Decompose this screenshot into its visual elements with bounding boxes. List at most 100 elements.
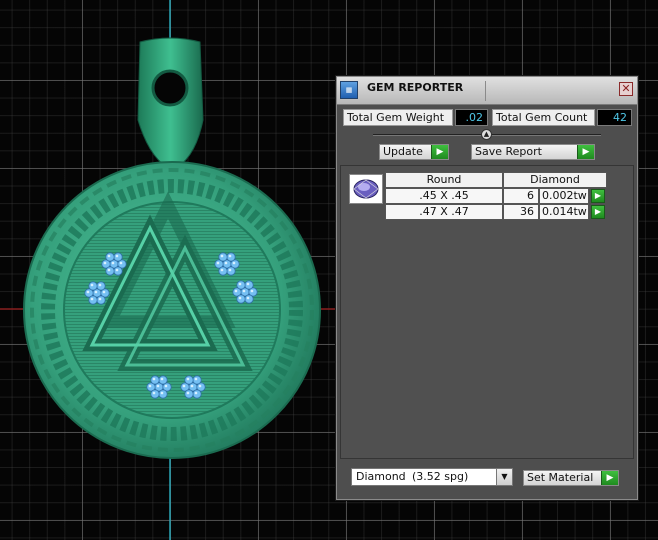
gem-highlight [119,261,123,265]
gem-highlight [250,289,254,293]
title-divider [485,81,486,101]
green-play-arrow-icon: ▶ [601,471,618,485]
gem-weight-cell: 0.014tw [539,204,589,220]
set-material-button[interactable]: Set Material ▶ [523,470,619,486]
select-row-play-icon[interactable]: ▶ [591,189,605,203]
green-play-arrow-icon: ▶ [577,145,594,159]
window-title: GEM REPORTER [367,81,464,94]
gem-highlight [90,283,94,287]
save-report-button[interactable]: Save Report ▶ [471,144,595,160]
gem-stone [88,281,98,291]
gem-stone [158,389,168,399]
pendant-disc [23,161,321,459]
gem-size-cell: .45 X .45 [385,188,503,204]
material-column-header: Diamond [503,172,607,188]
gem-stone [96,295,106,305]
gem-stone [184,375,194,385]
gem-stone [192,375,202,385]
gem-stone [226,266,236,276]
gem-stone [184,389,194,399]
gem-highlight [246,282,250,286]
gem-highlight [228,254,232,258]
total-gem-weight-label: Total Gem Weight [343,109,453,126]
gem-stone [150,375,160,385]
select-row-play-icon[interactable]: ▶ [591,205,605,219]
chevron-down-icon[interactable]: ▼ [496,469,512,485]
gem-stone [96,281,106,291]
gem-highlight [152,377,156,381]
gem-highlight [216,261,220,265]
gem-highlight [198,384,202,388]
gem-stone [150,389,160,399]
gem-size-cell: .47 X .47 [385,204,503,220]
gem-count-cell: 6 [503,188,539,204]
gem-highlight [194,391,198,395]
save-report-button-label: Save Report [475,145,542,158]
gem-highlight [164,384,168,388]
update-button[interactable]: Update ▶ [379,144,449,160]
gem-highlight [160,377,164,381]
gem-stone [244,280,254,290]
gem-weight-cell: 0.002tw [539,188,589,204]
gem-stone [113,266,123,276]
gem-stone [226,252,236,262]
gem-highlight [107,254,111,258]
title-bar[interactable]: ▦ GEM REPORTER ✕ [337,77,637,105]
gem-highlight [90,297,94,301]
gem-highlight [111,261,115,265]
gem-stone [105,252,115,262]
material-dropdown[interactable]: Diamond (3.52 spg) ▼ [351,468,513,486]
gem-highlight [152,391,156,395]
update-button-label: Update [383,145,423,158]
gem-highlight [182,384,186,388]
gem-count-cell: 36 [503,204,539,220]
gem-highlight [102,290,106,294]
gem-highlight [220,268,224,272]
total-gem-count-value: 42 [597,109,632,126]
gem-report-list[interactable]: Round Diamond .45 X .45 6 0.002tw ▶ .47 … [340,165,634,459]
shape-column-header: Round [385,172,503,188]
gem-highlight [98,283,102,287]
gem-stone [113,252,123,262]
total-gem-weight-value: .02 [455,109,488,126]
gem-reporter-window[interactable]: ▦ GEM REPORTER ✕ Total Gem Weight .02 To… [336,76,638,500]
gem-highlight [103,261,107,265]
gem-highlight [115,268,119,272]
material-specific-gravity: (3.52 spg) [412,470,469,483]
round-diamond-gem-icon[interactable] [349,174,383,204]
gem-highlight [156,384,160,388]
gem-stone [244,294,254,304]
gem-thumbnail-graphic [353,179,379,199]
gem-stone [218,252,228,262]
gem-stone [158,375,168,385]
gem-stone [236,294,246,304]
gem-highlight [107,268,111,272]
gem-highlight [242,289,246,293]
gem-stone [192,389,202,399]
material-name: Diamond [356,470,406,483]
gem-highlight [186,391,190,395]
gem-stone [236,280,246,290]
gem-stone [218,266,228,276]
gem-highlight [186,377,190,381]
pendant-bail [137,37,204,171]
gem-highlight [190,384,194,388]
gem-highlight [94,290,98,294]
gem-highlight [232,261,236,265]
gem-highlight [234,289,238,293]
splitter-toggle-icon[interactable]: ▲ [481,129,492,140]
gem-highlight [86,290,90,294]
gem-highlight [220,254,224,258]
green-play-arrow-icon: ▶ [431,145,448,159]
gem-highlight [98,297,102,301]
gem-highlight [238,282,242,286]
gem-highlight [228,268,232,272]
gem-highlight [160,391,164,395]
set-material-button-label: Set Material [527,471,594,484]
gem-reporter-app-icon: ▦ [340,81,358,99]
gem-highlight [238,296,242,300]
gem-highlight [115,254,119,258]
gem-stone [105,266,115,276]
gem-highlight [194,377,198,381]
close-icon[interactable]: ✕ [619,82,633,96]
